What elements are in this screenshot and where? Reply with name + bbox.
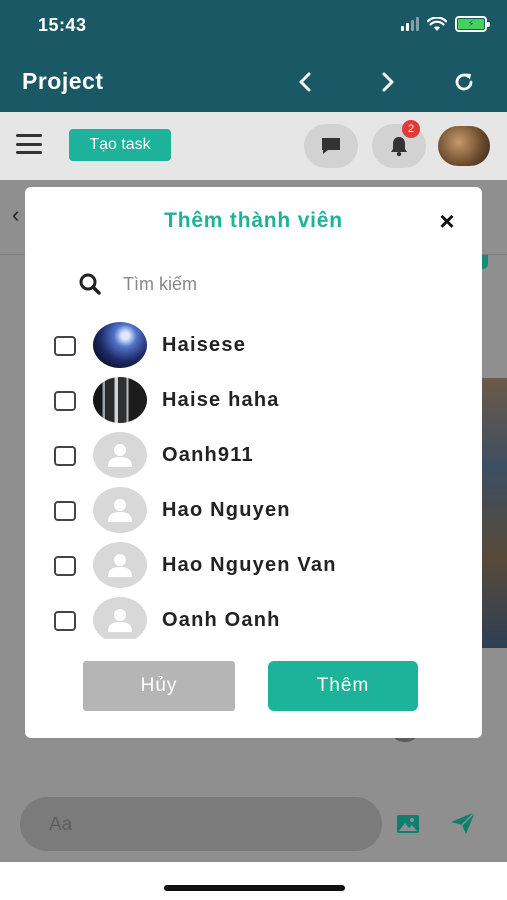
member-name: Oanh Oanh xyxy=(162,609,281,631)
member-name: Oanh911 xyxy=(162,444,254,466)
chat-input-placeholder: Aa xyxy=(49,814,73,835)
list-item[interactable]: Hao Nguyen xyxy=(25,484,482,539)
chat-button[interactable] xyxy=(304,124,358,168)
wifi-icon xyxy=(427,16,447,31)
member-checkbox[interactable] xyxy=(54,446,76,466)
member-name: Haise haha xyxy=(162,389,280,411)
search-input[interactable] xyxy=(123,269,423,299)
navbar: Project xyxy=(0,52,507,112)
battery-icon: ⚡ xyxy=(455,16,490,32)
status-time: 15:43 xyxy=(38,15,87,35)
default-user-icon xyxy=(93,432,147,478)
list-item[interactable]: Haise haha xyxy=(25,374,482,429)
page-title: Project xyxy=(22,68,104,94)
member-name: Hao Nguyen xyxy=(162,499,291,521)
list-item[interactable]: Hao Nguyen Van xyxy=(25,539,482,594)
status-bar: 15:43 ⚡ xyxy=(0,0,507,52)
chat-input[interactable]: Aa xyxy=(20,797,382,851)
chevron-left-icon[interactable] xyxy=(287,64,323,100)
chat-icon xyxy=(322,138,340,154)
notification-button[interactable]: 2 xyxy=(372,120,426,168)
status-icons: ⚡ xyxy=(401,16,490,32)
default-user-icon xyxy=(93,542,147,588)
bell-icon xyxy=(391,137,407,157)
member-checkbox[interactable] xyxy=(54,556,76,576)
member-name: Haisese xyxy=(162,334,247,356)
toolbar: Tạo task 2 xyxy=(0,112,507,180)
refresh-icon[interactable] xyxy=(446,64,482,100)
dialog-title: Thêm thành viên xyxy=(164,209,343,232)
add-member-button[interactable]: Thêm xyxy=(268,661,418,711)
home-indicator-area xyxy=(0,862,507,900)
member-name: Hao Nguyen Van xyxy=(162,554,337,576)
cellular-signal-icon xyxy=(401,17,419,31)
list-item[interactable]: Oanh911 xyxy=(25,429,482,484)
avatar xyxy=(93,322,147,368)
member-checkbox[interactable] xyxy=(54,611,76,631)
chevron-right-icon[interactable] xyxy=(370,64,406,100)
list-item[interactable]: Oanh Oanh xyxy=(25,594,482,639)
menu-icon[interactable] xyxy=(16,134,42,154)
create-task-button[interactable]: Tạo task xyxy=(69,129,171,161)
default-user-icon xyxy=(93,487,147,533)
member-list: Haisese Haise haha Oanh911 Hao Nguyen Ha… xyxy=(25,319,482,639)
back-arrow-icon: ‹ xyxy=(12,202,20,227)
member-checkbox[interactable] xyxy=(54,391,76,411)
list-item[interactable]: Haisese xyxy=(25,319,482,374)
image-icon[interactable] xyxy=(396,814,420,834)
background-image xyxy=(482,378,507,648)
cancel-button[interactable]: Hủy xyxy=(83,661,235,711)
send-icon[interactable] xyxy=(450,811,476,835)
notification-badge: 2 xyxy=(402,120,420,138)
add-member-dialog: Thêm thành viên × Haisese Haise haha Oan… xyxy=(25,187,482,738)
home-indicator[interactable] xyxy=(164,885,345,891)
app-header: 15:43 ⚡ Project xyxy=(0,0,507,112)
search-icon xyxy=(79,273,101,295)
member-checkbox[interactable] xyxy=(54,501,76,521)
member-checkbox[interactable] xyxy=(54,336,76,356)
default-user-icon xyxy=(93,597,147,639)
close-icon[interactable]: × xyxy=(433,206,461,236)
avatar xyxy=(93,377,147,423)
user-avatar[interactable] xyxy=(438,126,490,166)
